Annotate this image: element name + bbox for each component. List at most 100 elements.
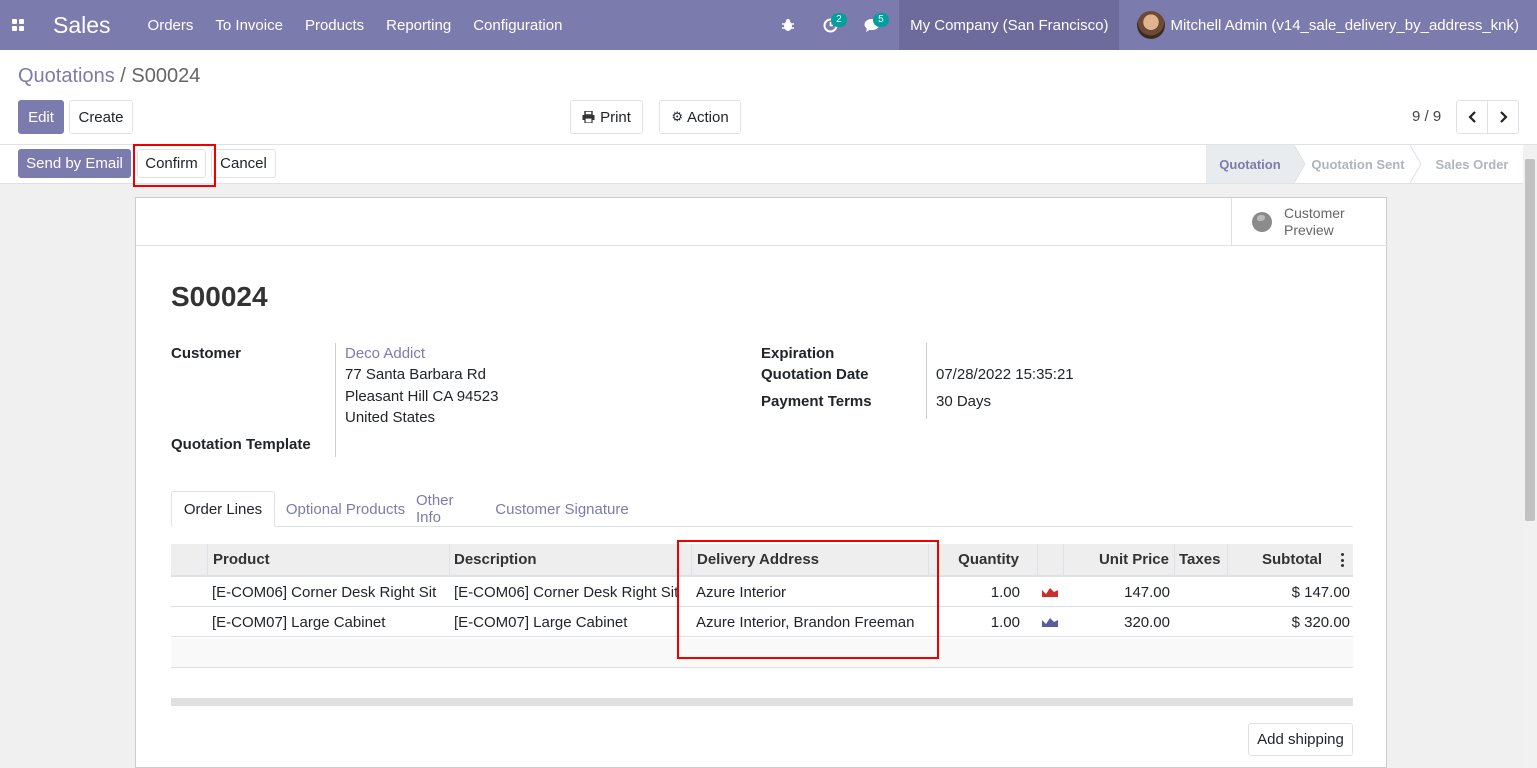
- action-label: Action: [686, 108, 729, 126]
- taxes-column-header[interactable]: Taxes: [1175, 544, 1228, 575]
- control-panel: Quotations / S00024 Edit Create Print ⚙ …: [0, 50, 1537, 145]
- customer-address-line1: 77 Santa Barbara Rd: [345, 366, 486, 383]
- activity-clock-icon[interactable]: 2: [809, 0, 851, 50]
- tab-customer-signature[interactable]: Customer Signature: [480, 491, 644, 527]
- customer-preview-button[interactable]: Customer Preview: [1231, 198, 1388, 246]
- menu-orders[interactable]: Orders: [137, 0, 205, 50]
- create-button[interactable]: Create: [69, 100, 133, 134]
- delivery-address-column-header[interactable]: Delivery Address: [692, 544, 929, 575]
- app-title[interactable]: Sales: [53, 12, 111, 39]
- apps-icon[interactable]: [0, 0, 36, 50]
- print-icon: [582, 111, 595, 123]
- stage-quotation-sent[interactable]: Quotation Sent: [1306, 145, 1410, 183]
- row-unit-price: 147.00: [1124, 583, 1170, 601]
- table-footer: [171, 698, 1353, 706]
- quantity-column-header[interactable]: Quantity: [929, 544, 1038, 575]
- avatar: [1137, 11, 1166, 39]
- user-menu[interactable]: Mitchell Admin (v14_sale_delivery_by_add…: [1119, 0, 1537, 50]
- action-button[interactable]: ⚙ Action: [659, 100, 741, 134]
- stage-arrow-2: [1410, 145, 1422, 183]
- row-product: [E-COM07] Large Cabinet: [212, 613, 386, 631]
- customer-address-line2: Pleasant Hill CA 94523: [345, 388, 499, 405]
- expiration-label: Expiration: [761, 345, 835, 362]
- stage-quotation[interactable]: Quotation: [1206, 145, 1294, 183]
- forecast-chart-icon[interactable]: [1042, 607, 1058, 637]
- product-column-header[interactable]: Product: [208, 544, 450, 575]
- row-description: [E-COM06] Corner Desk Right Sit: [454, 583, 679, 601]
- field-divider-right: [926, 343, 927, 419]
- pager-next-button[interactable]: [1487, 100, 1519, 134]
- row-quantity: 1.00: [990, 583, 1020, 601]
- subtotal-column-header[interactable]: Subtotal: [1228, 544, 1353, 575]
- send-by-email-button[interactable]: Send by Email: [18, 149, 131, 178]
- gear-icon: ⚙: [671, 109, 683, 124]
- breadcrumb-current: S00024: [131, 65, 201, 87]
- chevron-right-icon: [1499, 111, 1508, 123]
- user-name: Mitchell Admin (v14_sale_delivery_by_add…: [1170, 16, 1519, 34]
- chevron-left-icon: [1467, 111, 1476, 123]
- stage-arrow-1: [1294, 145, 1306, 183]
- row-quantity: 1.00: [990, 613, 1020, 631]
- preview-label-2: Preview: [1284, 222, 1334, 238]
- tab-order-lines[interactable]: Order Lines: [171, 491, 275, 527]
- form-sheet: Customer Preview S00024 Customer Deco Ad…: [135, 197, 1388, 768]
- menu-configuration[interactable]: Configuration: [462, 0, 573, 50]
- unit-price-column-header[interactable]: Unit Price: [1064, 544, 1175, 575]
- forecast-chart-icon[interactable]: [1042, 577, 1058, 607]
- row-unit-price: 320.00: [1124, 613, 1170, 631]
- table-header: Product Description Delivery Address Qua…: [171, 544, 1353, 577]
- breadcrumb-separator: /: [120, 65, 126, 87]
- row-delivery-address: Azure Interior: [696, 583, 787, 601]
- edit-button[interactable]: Edit: [18, 100, 64, 134]
- message-count-badge: 5: [873, 13, 889, 27]
- quotation-template-label: Quotation Template: [171, 436, 311, 453]
- globe-icon: [1252, 212, 1272, 232]
- pager-previous-button[interactable]: [1456, 100, 1488, 134]
- cancel-button[interactable]: Cancel: [211, 149, 276, 178]
- quotation-date-label: Quotation Date: [761, 366, 869, 383]
- print-label: Print: [600, 108, 631, 126]
- row-description: [E-COM07] Large Cabinet: [454, 613, 628, 631]
- company-switcher[interactable]: My Company (San Francisco): [899, 0, 1120, 50]
- field-divider: [335, 343, 336, 457]
- record-title: S00024: [171, 281, 268, 312]
- empty-table-row: [171, 638, 1353, 668]
- payment-terms-label: Payment Terms: [761, 393, 872, 410]
- scrollbar-thumb[interactable]: [1525, 159, 1535, 521]
- customer-label: Customer: [171, 345, 242, 362]
- notebook-tabs: Order Lines Optional Products Other Info…: [171, 491, 1353, 527]
- row-product: [E-COM06] Corner Desk Right Sit: [212, 583, 437, 601]
- bug-icon[interactable]: [767, 0, 809, 50]
- customer-address-line3: United States: [345, 409, 436, 426]
- menu-reporting[interactable]: Reporting: [375, 0, 462, 50]
- stage-sales-order[interactable]: Sales Order: [1422, 145, 1522, 183]
- row-delivery-address: Azure Interior, Brandon Freeman: [696, 613, 915, 631]
- row-subtotal: $ 320.00: [1291, 613, 1350, 631]
- add-shipping-button[interactable]: Add shipping: [1248, 723, 1353, 756]
- table-row[interactable]: [E-COM06] Corner Desk Right Sit [E-COM06…: [171, 577, 1353, 607]
- scrollbar[interactable]: [1523, 145, 1537, 768]
- confirm-button[interactable]: Confirm: [137, 149, 206, 178]
- payment-terms-value: 30 Days: [936, 393, 992, 410]
- quotation-date-value: 07/28/2022 15:35:21: [936, 366, 1074, 383]
- description-column-header[interactable]: Description: [450, 544, 692, 575]
- print-button[interactable]: Print: [570, 100, 643, 134]
- activity-count-badge: 2: [831, 13, 847, 27]
- table-row[interactable]: [E-COM07] Large Cabinet [E-COM07] Large …: [171, 607, 1353, 637]
- button-box: Customer Preview: [136, 198, 1388, 246]
- row-subtotal: $ 147.00: [1291, 583, 1350, 601]
- chat-icon[interactable]: 5: [851, 0, 893, 50]
- top-navbar: Sales Orders To Invoice Products Reporti…: [0, 0, 1537, 50]
- breadcrumb: Quotations / S00024: [18, 65, 200, 88]
- column-options-icon[interactable]: [1341, 553, 1345, 567]
- tab-other-info[interactable]: Other Info: [416, 491, 480, 527]
- preview-label-1: Customer: [1284, 205, 1345, 221]
- tab-optional-products[interactable]: Optional Products: [275, 491, 416, 527]
- pager-value[interactable]: 9 / 9: [1412, 108, 1441, 125]
- status-bar: Send by Email Confirm Cancel Quotation Q…: [0, 145, 1537, 184]
- customer-link[interactable]: Deco Addict: [345, 345, 425, 362]
- menu-to-invoice[interactable]: To Invoice: [204, 0, 294, 50]
- handle-column-header: [171, 544, 208, 575]
- menu-products[interactable]: Products: [294, 0, 375, 50]
- breadcrumb-quotations[interactable]: Quotations: [18, 65, 115, 87]
